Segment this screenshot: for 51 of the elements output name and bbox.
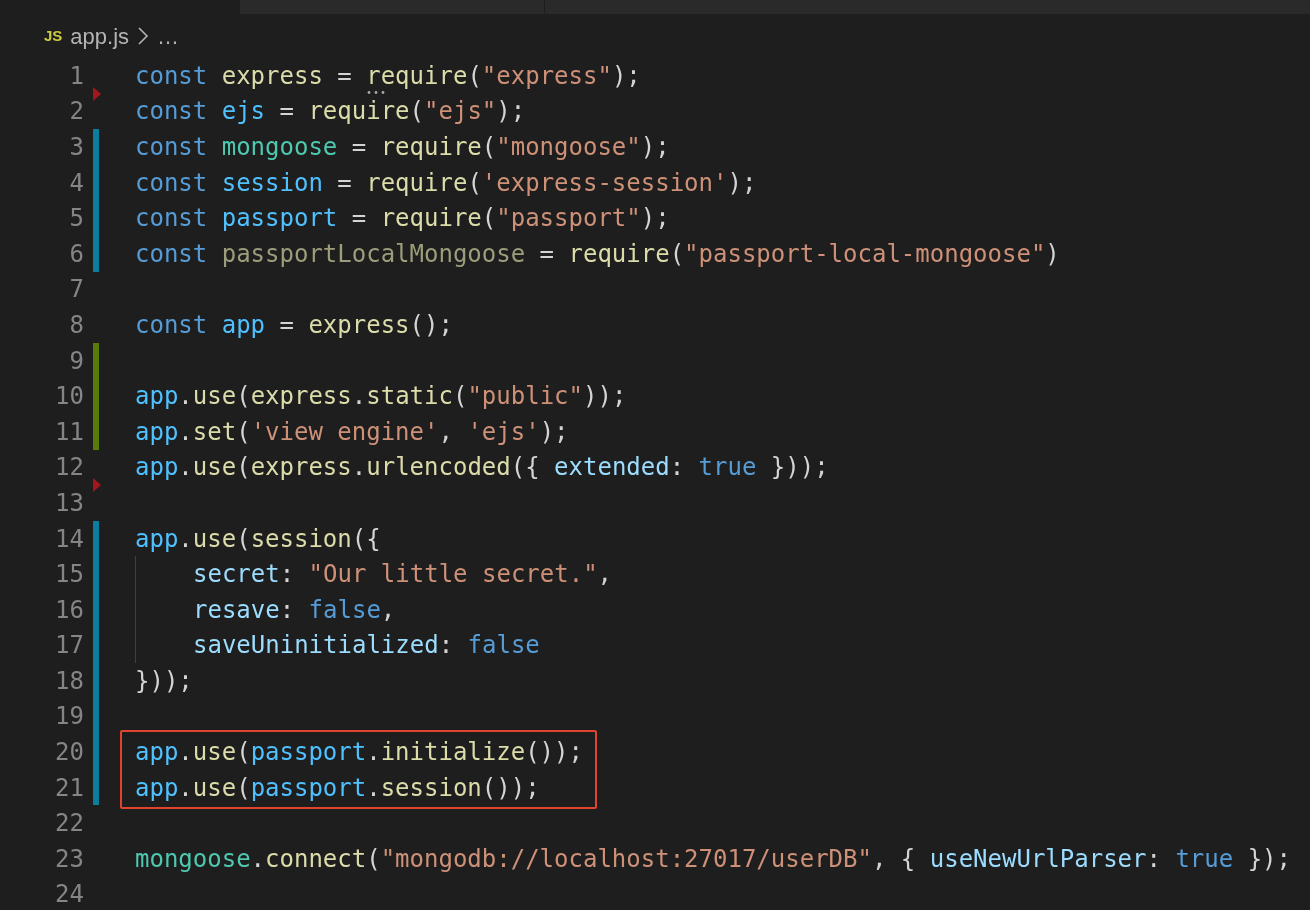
- line-number: 10: [55, 386, 84, 407]
- line-number: 5: [69, 208, 84, 229]
- code-line: const session = require('express-session');: [135, 168, 757, 197]
- line-number: 23: [55, 848, 84, 869]
- code-line: const express = require("express");: [135, 61, 641, 90]
- code-line: app.use(express.urlencoded({ extended: true }));: [135, 453, 829, 482]
- added-lines-bar[interactable]: [93, 342, 99, 379]
- modified-lines-bar[interactable]: [93, 769, 99, 806]
- code-line: app.use(express.static("public"));: [135, 382, 627, 411]
- line-number: 16: [55, 599, 84, 620]
- line-number: 13: [55, 492, 84, 513]
- code-line: app.use(session({: [135, 524, 381, 553]
- modified-lines-bar[interactable]: [93, 520, 99, 557]
- breadcrumb-file[interactable]: app.js: [70, 19, 130, 53]
- line-number: 21: [55, 777, 84, 798]
- line-number: 2: [69, 101, 84, 122]
- code-line: app.use(passport.session());: [135, 773, 540, 802]
- code-line: app.use(passport.initialize());: [135, 738, 583, 767]
- code-line: }));: [135, 666, 193, 695]
- line-number: 4: [69, 172, 84, 193]
- line-number: 18: [55, 670, 84, 691]
- breadcrumb-more[interactable]: …: [157, 19, 180, 53]
- line-number: 14: [55, 528, 84, 549]
- line-number: 9: [69, 350, 84, 371]
- code-line: resave: false,: [193, 595, 396, 624]
- code-line: const ejs = require("ejs");: [135, 97, 526, 126]
- line-number: 8: [69, 314, 84, 335]
- code-line: mongoose.connect("mongodb://localhost:27017/userDB", { useNewUrlParser: true });: [135, 844, 1291, 873]
- deleted-lines-marker-icon[interactable]: [93, 478, 101, 493]
- line-number: 17: [55, 635, 84, 656]
- code-line: const app = express();: [135, 310, 453, 339]
- line-number: 1: [69, 65, 84, 86]
- deleted-lines-marker-icon[interactable]: [93, 86, 101, 101]
- line-number: 12: [55, 457, 84, 478]
- code-line: app.set('view engine', 'ejs');: [135, 417, 569, 446]
- line-number: 7: [69, 279, 84, 300]
- line-number: 22: [55, 813, 84, 834]
- line-number: 19: [55, 706, 84, 727]
- line-number: 20: [55, 742, 84, 763]
- code-line: const passportLocalMongoose = require("passport-local-mongoose"): [135, 239, 1060, 268]
- code-line: const mongoose = require("mongoose");: [135, 133, 670, 161]
- line-number: 15: [55, 564, 84, 585]
- line-number: 11: [55, 421, 84, 442]
- chevron-right-icon: [137, 26, 150, 46]
- line-number: 3: [69, 137, 84, 157]
- line-number: 24: [55, 884, 84, 905]
- code-line: const passport = require("passport");: [135, 204, 670, 233]
- line-number: 6: [69, 243, 84, 264]
- code-line: secret: "Our little secret.",: [193, 560, 613, 589]
- code-line: saveUninitialized: false: [193, 631, 540, 660]
- javascript-file-icon: JS: [44, 24, 63, 48]
